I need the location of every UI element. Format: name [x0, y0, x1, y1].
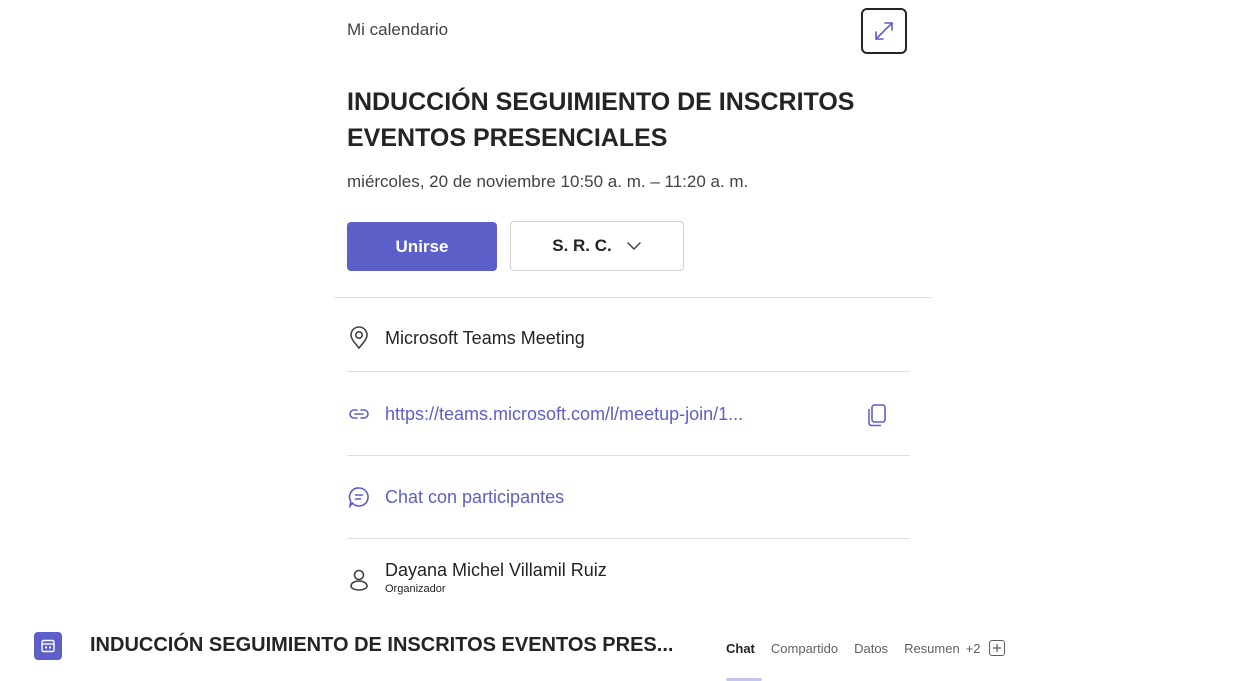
- location-row: Microsoft Teams Meeting: [347, 326, 585, 350]
- location-pin-icon: [347, 326, 371, 350]
- rsvp-dropdown[interactable]: S. R. C.: [510, 221, 684, 271]
- tab-datos[interactable]: Datos: [854, 641, 888, 656]
- organizer-row: Dayana Michel Villamil Ruiz Organizador: [347, 560, 607, 595]
- meeting-datetime: miércoles, 20 de noviembre 10:50 a. m. –…: [347, 172, 749, 191]
- copy-icon: [868, 404, 886, 427]
- chat-icon: [347, 485, 371, 509]
- rsvp-label: S. R. C.: [552, 236, 612, 255]
- person-icon: [347, 568, 371, 592]
- tab-chat[interactable]: Chat: [726, 641, 755, 656]
- copy-link-button[interactable]: [865, 402, 889, 428]
- calendar-app-icon: [34, 632, 62, 660]
- divider: [347, 455, 910, 456]
- chat-title[interactable]: INDUCCIÓN SEGUIMIENTO DE INSCRITOS EVENT…: [90, 634, 673, 657]
- add-tab-button[interactable]: [988, 640, 1005, 656]
- chat-participants-row[interactable]: Chat con participantes: [347, 485, 564, 509]
- meeting-details-card: Mi calendario INDUCCIÓN SEGUIMIENTO DE I…: [334, 0, 932, 612]
- expand-icon: [875, 22, 893, 40]
- meeting-link[interactable]: https://teams.microsoft.com/l/meetup-joi…: [385, 404, 743, 425]
- organizer-name: Dayana Michel Villamil Ruiz: [385, 560, 607, 580]
- meeting-title: INDUCCIÓN SEGUIMIENTO DE INSCRITOS EVENT…: [347, 88, 855, 152]
- organizer-role: Organizador: [385, 583, 446, 595]
- expand-button[interactable]: [861, 8, 907, 54]
- calendar-label: Mi calendario: [347, 20, 449, 39]
- link-icon: [347, 402, 371, 426]
- more-tabs-button[interactable]: +2: [966, 641, 981, 656]
- divider: [347, 538, 910, 539]
- divider: [347, 371, 910, 372]
- tab-list: Chat Compartido Datos Resumen +2: [726, 640, 1005, 656]
- chat-header-bar: INDUCCIÓN SEGUIMIENTO DE INSCRITOS EVENT…: [0, 612, 1254, 681]
- chevron-down-icon: [627, 242, 641, 250]
- location-text: Microsoft Teams Meeting: [385, 327, 585, 348]
- join-button[interactable]: Unirse: [347, 222, 497, 271]
- meeting-link-row[interactable]: https://teams.microsoft.com/l/meetup-joi…: [347, 402, 743, 426]
- divider: [334, 297, 932, 298]
- plus-icon: [992, 644, 1001, 652]
- chat-participants-link[interactable]: Chat con participantes: [385, 487, 564, 508]
- tab-resumen[interactable]: Resumen: [904, 641, 960, 656]
- tab-compartido[interactable]: Compartido: [771, 641, 838, 656]
